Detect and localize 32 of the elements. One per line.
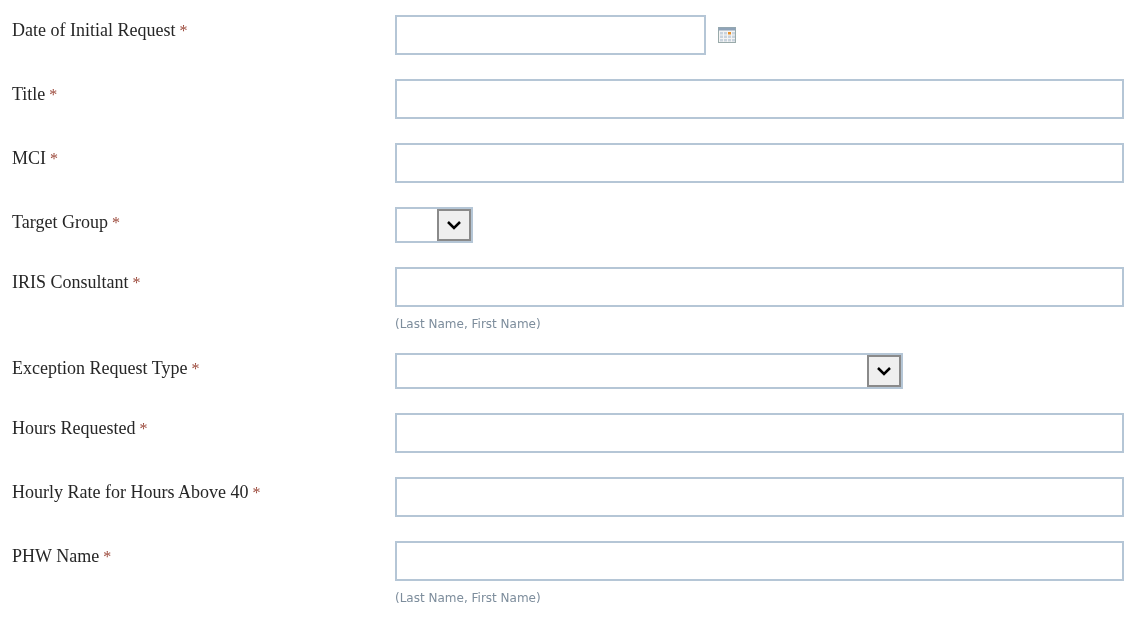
required-asterisk: * [49,86,58,103]
required-asterisk: * [252,484,261,501]
chevron-down-icon [447,220,461,230]
field-label: Title [12,84,46,104]
field-label: Hourly Rate for Hours Above 40 [12,482,249,502]
field-label: Hours Requested [12,418,136,438]
text-field[interactable] [395,143,1124,183]
text-field[interactable] [395,413,1124,453]
dropdown[interactable] [395,207,473,243]
date-field[interactable] [395,15,706,55]
required-asterisk: * [103,548,112,565]
required-asterisk: * [179,22,188,39]
calendar-icon[interactable] [718,27,736,43]
text-field[interactable] [395,267,1124,307]
required-asterisk: * [50,150,58,167]
field-label: Target Group [12,212,108,232]
field-label: MCI [12,148,46,168]
required-asterisk: * [132,274,141,291]
field-hint: (Last Name, First Name) [395,316,542,333]
required-asterisk: * [139,420,148,437]
required-asterisk: * [111,214,120,231]
field-label: PHW Name [12,546,100,566]
field-hint: (Last Name, First Name) [395,590,542,607]
required-asterisk: * [191,360,200,377]
text-field[interactable] [395,541,1124,581]
field-label: IRIS Consultant [12,272,129,292]
chevron-down-icon [877,366,891,376]
field-label: Exception Request Type [12,358,188,378]
field-label: Date of Initial Request [12,20,176,40]
text-field[interactable] [395,79,1124,119]
dropdown[interactable] [395,353,903,389]
text-field[interactable] [395,477,1124,517]
